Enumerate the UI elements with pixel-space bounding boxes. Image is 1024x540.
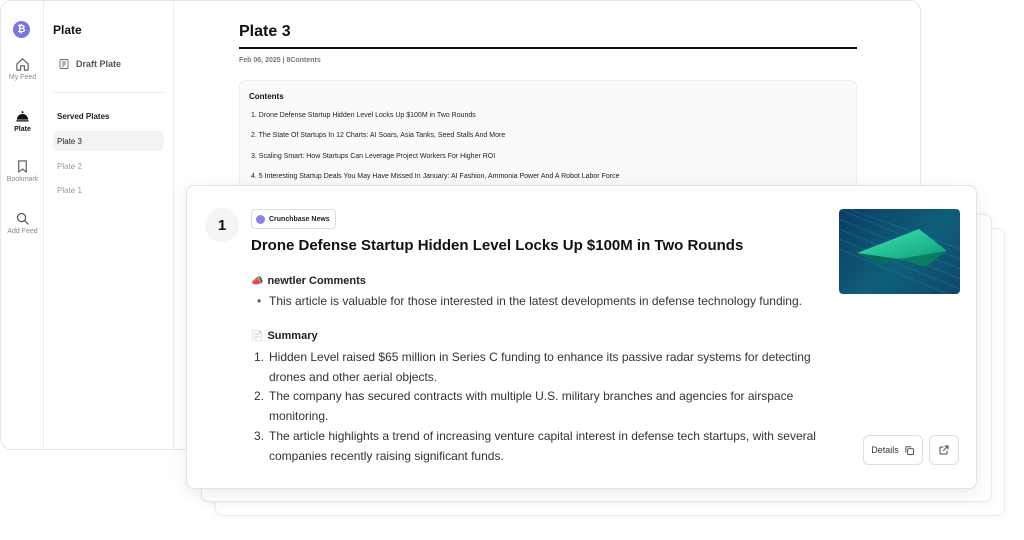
contents-heading: Contents <box>249 92 284 101</box>
draft-plate-link[interactable]: Draft Plate <box>58 58 121 70</box>
search-icon <box>16 212 29 225</box>
sidebar-item-plate-1[interactable]: Plate 1 <box>53 180 164 200</box>
details-button[interactable]: Details <box>863 435 923 465</box>
article-title[interactable]: Drone Defense Startup Hidden Level Locks… <box>251 237 743 254</box>
sidebar-item-plate-3[interactable]: Plate 3 <box>53 131 164 151</box>
summary-item-text: The article highlights a trend of increa… <box>269 428 816 463</box>
article-number: 1 <box>205 208 239 242</box>
contents-item[interactable]: 1. Drone Defense Startup Hidden Level Lo… <box>251 112 476 119</box>
page-meta: Feb 06, 2025 | 8Contents <box>239 57 321 64</box>
summary-item-text: The company has secured contracts with m… <box>269 389 794 424</box>
summary-item: 3. The article highlights a trend of inc… <box>251 427 841 466</box>
comments-list: This article is valuable for those inter… <box>257 294 802 308</box>
nav-label: Add Feed <box>7 228 38 235</box>
source-badge[interactable]: Crunchbase News <box>251 209 336 229</box>
summary-item-number: 2. <box>254 389 265 404</box>
sidebar-divider <box>53 92 164 93</box>
icon-rail: ₿ My Feed Plate Bookmark Add Feed <box>1 1 44 449</box>
summary-item: 2. The company has secured contracts wit… <box>251 387 841 426</box>
bookmark-icon <box>18 160 27 173</box>
summary-heading-label: Summary <box>267 330 318 342</box>
home-icon <box>16 58 29 71</box>
plate-sidebar: Plate Draft Plate Served Plates Plate 3 … <box>44 1 174 449</box>
nav-plate[interactable]: Plate <box>1 109 44 133</box>
summary-item-number: 1. <box>254 350 265 364</box>
summary-item-text: Hidden Level raised $65 million in Serie… <box>269 350 811 384</box>
summary-item: 1. Hidden Level raised $65 million in Se… <box>251 348 841 387</box>
article-card: 1 Crunchbase News Drone Defense Startup … <box>186 185 977 489</box>
summary-heading: 📄 Summary <box>251 330 318 342</box>
stealth-aircraft-image <box>839 209 960 294</box>
comments-heading: 📣 newtler Comments <box>251 275 366 287</box>
page-title: Plate 3 <box>239 23 291 40</box>
source-name: Crunchbase News <box>269 215 330 223</box>
nav-label: Plate <box>14 126 31 133</box>
source-logo-icon <box>256 214 265 224</box>
comment-item: This article is valuable for those inter… <box>257 294 802 308</box>
details-label: Details <box>871 445 899 455</box>
sidebar-item-plate-2[interactable]: Plate 2 <box>53 156 164 176</box>
cloche-icon <box>16 111 29 122</box>
summary-list: 1. Hidden Level raised $65 million in Se… <box>251 348 841 466</box>
megaphone-icon: 📣 <box>251 275 264 287</box>
external-link-icon <box>939 445 949 455</box>
summary-item-number: 3. <box>254 428 265 443</box>
nav-label: My Feed <box>8 74 37 81</box>
title-divider <box>239 47 857 49</box>
nav-my-feed[interactable]: My Feed <box>1 57 44 81</box>
copy-icon <box>905 445 914 455</box>
comments-heading-label: newtler Comments <box>267 275 366 287</box>
document-icon: 📄 <box>251 330 264 342</box>
open-external-button[interactable] <box>929 435 959 465</box>
document-icon <box>59 59 69 69</box>
nav-add-feed[interactable]: Add Feed <box>1 211 44 235</box>
draft-plate-label: Draft Plate <box>76 59 122 69</box>
served-plates-heading: Served Plates <box>57 112 110 121</box>
article-thumbnail[interactable] <box>839 209 960 294</box>
nav-bookmark[interactable]: Bookmark <box>1 159 44 183</box>
contents-item[interactable]: 2. The State Of Startups In 12 Charts: A… <box>251 132 505 139</box>
nav-label: Bookmark <box>6 176 39 183</box>
app-logo[interactable]: ₿ <box>13 21 30 38</box>
sidebar-title: Plate <box>53 23 82 37</box>
contents-item[interactable]: 3. Scaling Smart: How Startups Can Lever… <box>251 153 495 160</box>
contents-item[interactable]: 4. 5 Interesting Startup Deals You May H… <box>251 173 619 180</box>
